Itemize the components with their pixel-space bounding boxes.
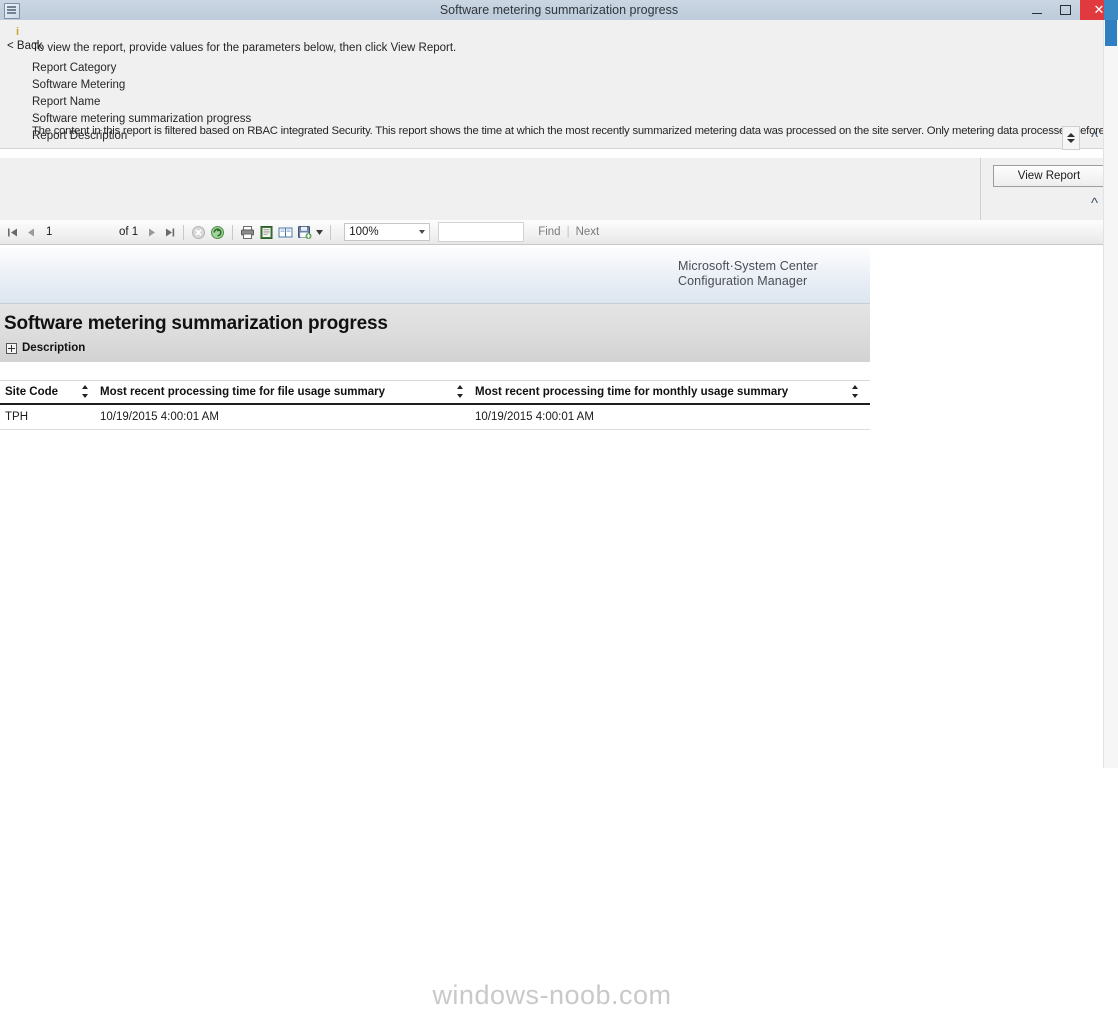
page-count-label: of 1 (119, 226, 139, 238)
brand-line-2: Configuration Manager (678, 274, 808, 288)
scrollbar-thumb[interactable] (1105, 20, 1117, 46)
toolbar-divider-1 (183, 224, 185, 240)
parameters-hint: To view the report, provide values for t… (32, 42, 457, 54)
report-category-label: Report Category (32, 62, 117, 74)
action-pane-divider (980, 158, 981, 220)
spin-up-arrow[interactable] (1067, 133, 1075, 137)
first-page-icon[interactable] (3, 221, 21, 243)
report-body: Microsoft·System Center Configuration Ma… (0, 245, 1104, 1010)
previous-page-icon[interactable] (21, 221, 39, 243)
print-layout-icon[interactable] (257, 221, 276, 243)
stop-icon[interactable] (189, 221, 208, 243)
report-name-label: Report Name (32, 96, 101, 108)
sort-toggle-icon-site-code[interactable] (81, 385, 88, 398)
parameters-spinner[interactable] (1062, 126, 1080, 150)
report-viewer-toolbar: of 1 (0, 220, 1118, 245)
report-category-value: Software Metering (32, 79, 126, 91)
action-pane (0, 157, 1104, 221)
information-icon: i (15, 26, 20, 38)
zoom-chevron-down-icon[interactable] (419, 230, 426, 234)
export-dropdown-chevron-down-icon[interactable] (314, 221, 325, 243)
window-title: Software metering summarization progress (439, 3, 679, 17)
column-header-monthly-usage: Most recent processing time for monthly … (475, 381, 870, 403)
find-next-button[interactable]: Next (576, 226, 600, 238)
maximize-button[interactable] (1051, 0, 1080, 20)
column-header-monthly-usage-label: Most recent processing time for monthly … (475, 386, 789, 398)
watermark: windows-noob.com (432, 980, 672, 1010)
print-icon[interactable] (238, 221, 257, 243)
export-save-icon[interactable] (295, 221, 314, 243)
page-setup-icon[interactable] (276, 221, 295, 243)
back-button[interactable]: < Back (7, 40, 42, 52)
scrollbar-top-edge (1104, 0, 1118, 20)
title-bar: Software metering summarization progress… (0, 0, 1118, 21)
column-header-file-usage: Most recent processing time for file usa… (100, 381, 475, 403)
report-name-value: Software metering summarization progress (32, 113, 252, 125)
description-expander-label: Description (22, 342, 86, 354)
description-expander[interactable]: Description (6, 342, 85, 354)
refresh-icon[interactable] (208, 221, 227, 243)
spin-down-arrow[interactable] (1067, 139, 1075, 143)
expand-plus-icon[interactable] (6, 342, 17, 354)
cell-file-usage-time: 10/19/2015 4:00:01 AM (100, 411, 219, 423)
column-header-site-code-label: Site Code (5, 386, 59, 398)
report-branding-header: Microsoft·System Center Configuration Ma… (0, 245, 870, 304)
find-button[interactable]: Find (538, 226, 560, 238)
zoom-select[interactable]: 100% (344, 223, 431, 241)
brand-text: Microsoft·System Center Configuration Ma… (678, 259, 818, 289)
brand-line-1: Microsoft·System Center (678, 259, 818, 273)
next-page-icon[interactable] (142, 221, 160, 243)
cell-monthly-usage-time: 10/19/2015 4:00:01 AM (475, 411, 594, 423)
column-header-site-code: Site Code (0, 381, 100, 403)
parameters-collapse-chevron-icon[interactable]: ^ (1091, 130, 1098, 145)
sort-toggle-icon-file-usage[interactable] (456, 385, 463, 398)
page-number-input[interactable] (41, 222, 79, 242)
cell-site-code: TPH (5, 411, 28, 423)
report-table: Site Code Most recent processing time fo… (0, 380, 870, 430)
last-page-icon[interactable] (160, 221, 178, 243)
toolbar-divider-3 (330, 224, 332, 240)
view-report-button[interactable]: View Report (993, 165, 1105, 187)
action-pane-collapse-chevron-icon[interactable]: ^ (1091, 196, 1098, 211)
table-row: TPH 10/19/2015 4:00:01 AM 10/19/2015 4:0… (0, 405, 870, 430)
minimize-button[interactable] (1022, 0, 1051, 20)
toolbar-divider-2 (232, 224, 234, 240)
vertical-scrollbar[interactable] (1103, 20, 1118, 768)
report-viewer-window: Software metering summarization progress… (0, 0, 1118, 1010)
find-input[interactable] (438, 222, 525, 242)
column-header-file-usage-label: Most recent processing time for file usa… (100, 386, 386, 398)
zoom-value: 100% (349, 226, 379, 238)
sort-toggle-icon-monthly-usage[interactable] (851, 385, 858, 398)
report-description-text: The content in this report is filtered b… (32, 125, 1118, 137)
report-title: Software metering summarization progress (4, 313, 388, 334)
report-title-band: Software metering summarization progress… (0, 304, 870, 362)
table-header-row: Site Code Most recent processing time fo… (0, 380, 870, 405)
find-next-divider: | (566, 226, 570, 238)
